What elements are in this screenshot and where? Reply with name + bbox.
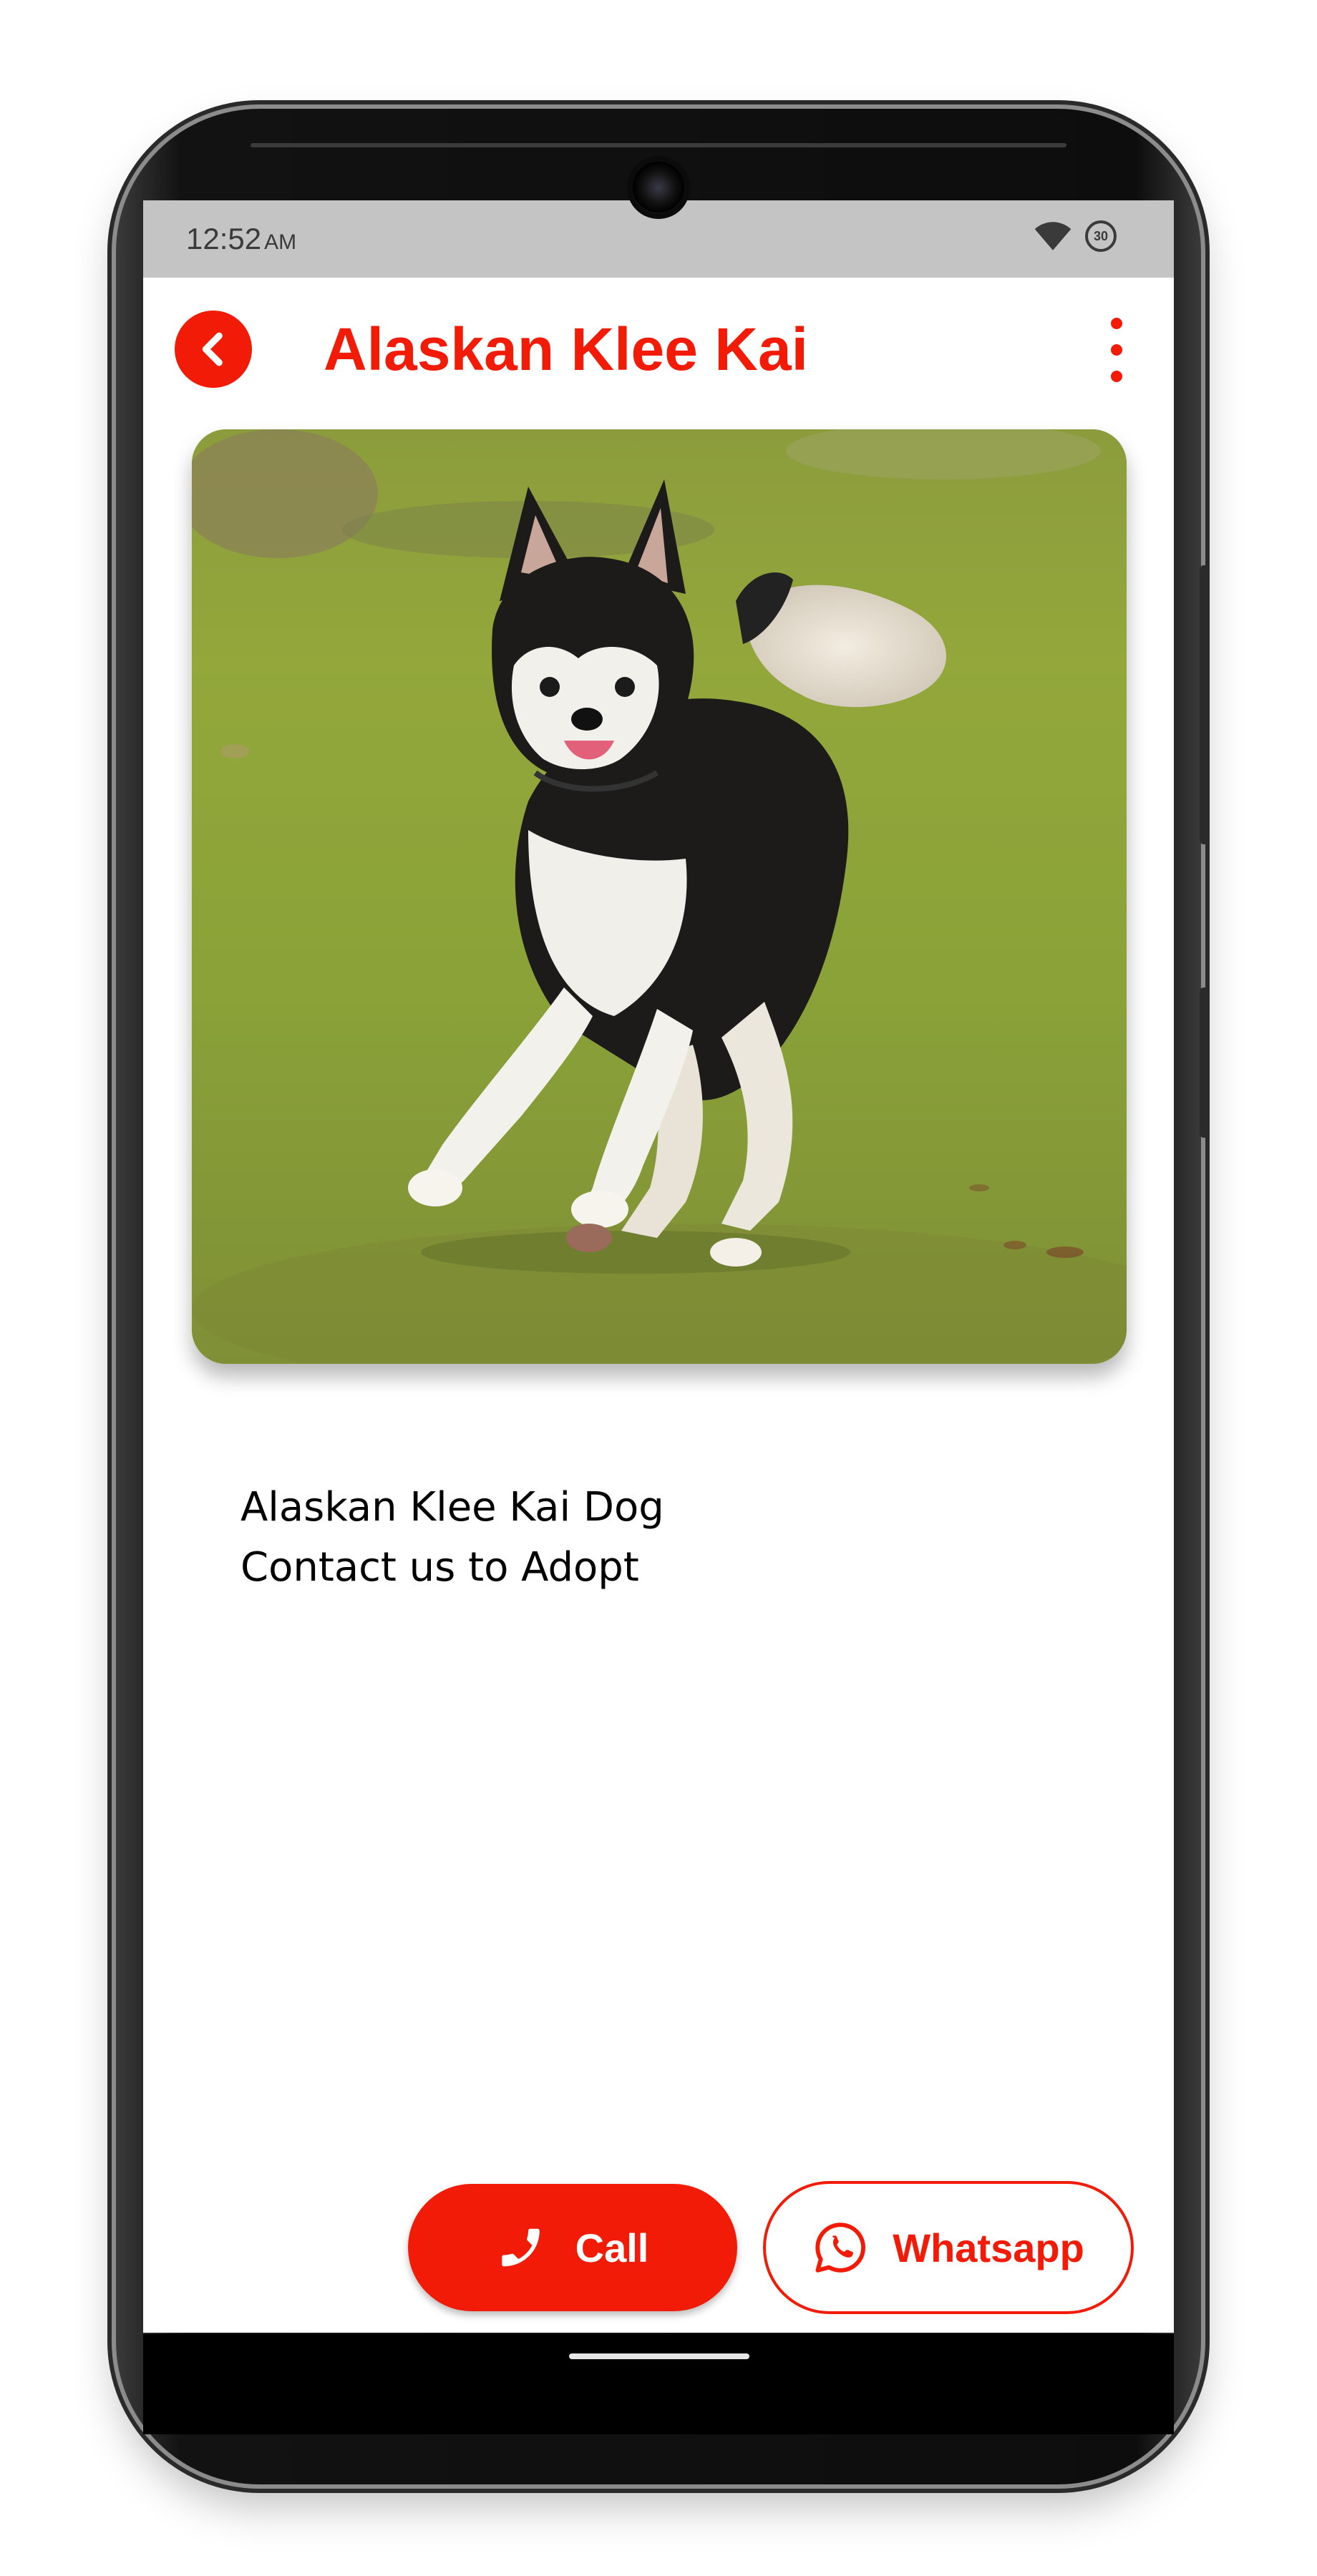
back-button[interactable] <box>175 311 252 388</box>
battery-saver-icon: 30 <box>1085 220 1117 252</box>
home-indicator[interactable] <box>569 2353 749 2359</box>
status-time-ampm: AM <box>264 230 297 254</box>
dog-description: Alaskan Klee Kai Dog Contact us to Adopt <box>240 1478 664 1598</box>
navigation-bar <box>143 2334 1174 2434</box>
battery-label: 30 <box>1093 228 1109 243</box>
stage: 12:52 AM 30 Alaskan Klee Kai Alaskan Kle… <box>0 0 1317 2576</box>
status-time: 12:52 AM <box>186 222 296 256</box>
whatsapp-label: Whatsapp <box>893 2225 1084 2270</box>
menu-dot <box>1111 344 1122 356</box>
call-label: Call <box>575 2225 649 2270</box>
wifi-icon <box>1034 220 1072 252</box>
menu-dot <box>1111 318 1122 329</box>
chevron-left-icon <box>202 332 223 366</box>
front-camera <box>633 162 684 213</box>
power-button <box>1200 987 1210 1138</box>
call-button[interactable]: Call <box>408 2184 737 2311</box>
phone-icon <box>501 2228 540 2267</box>
description-line: Contact us to Adopt <box>240 1544 639 1591</box>
page-title: Alaskan Klee Kai <box>324 316 809 383</box>
phone-screen: 12:52 AM 30 Alaskan Klee Kai Alaskan Kle… <box>143 200 1174 2333</box>
status-icons: 30 <box>1034 220 1117 252</box>
app-bar: Alaskan Klee Kai <box>143 278 1174 421</box>
description-line: Alaskan Klee Kai Dog <box>240 1484 664 1531</box>
earpiece-speaker <box>251 143 1066 147</box>
menu-dot <box>1111 371 1122 382</box>
dog-photo <box>192 429 1127 1364</box>
more-vertical-icon[interactable] <box>1102 318 1131 382</box>
status-time-value: 12:52 <box>186 222 262 255</box>
volume-button <box>1200 565 1210 844</box>
whatsapp-icon <box>815 2223 866 2273</box>
whatsapp-button[interactable]: Whatsapp <box>763 2181 1134 2314</box>
